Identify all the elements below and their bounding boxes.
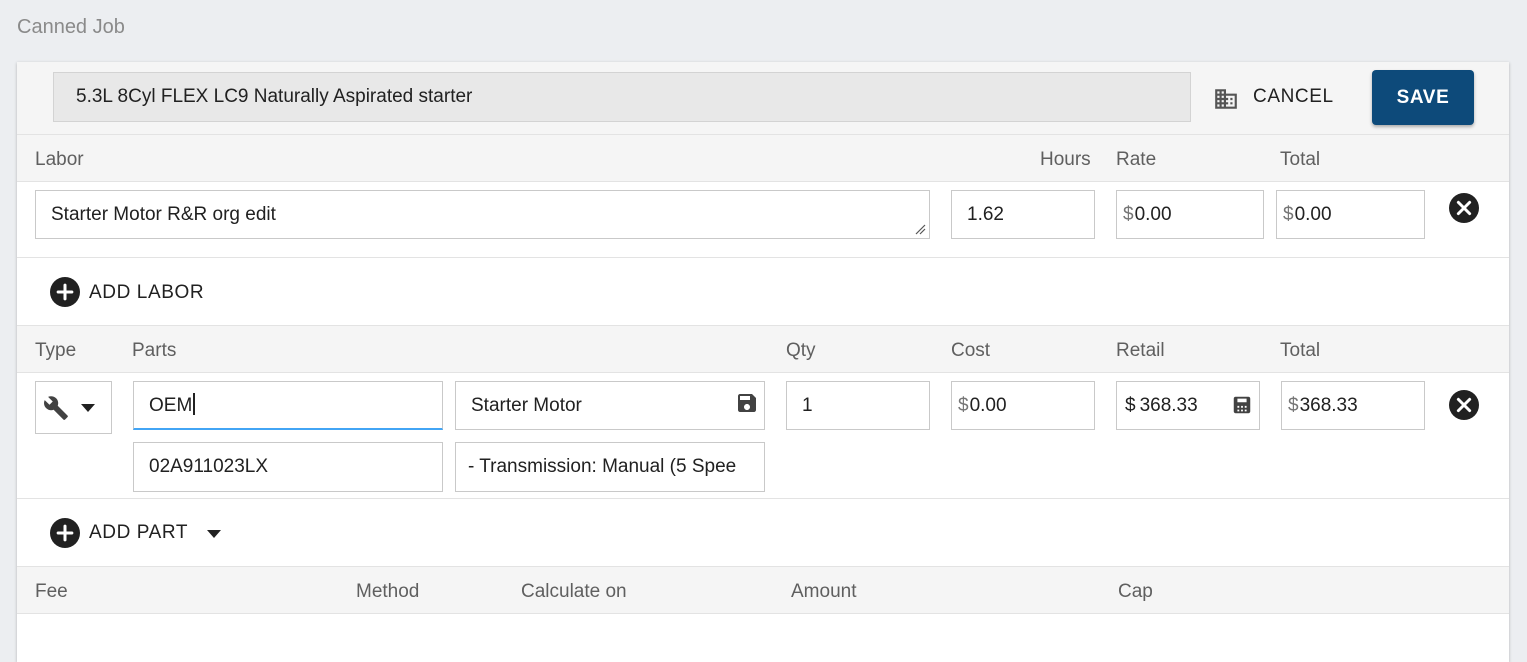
wrench-icon bbox=[44, 396, 68, 420]
part-number-input[interactable]: 02A911023LX bbox=[133, 442, 443, 492]
add-labor-icon[interactable] bbox=[50, 277, 80, 307]
resize-grip-icon[interactable] bbox=[915, 224, 926, 235]
calculate-on-column-label: Calculate on bbox=[521, 581, 627, 602]
calculator-icon[interactable] bbox=[1231, 394, 1253, 416]
labor-hours-input[interactable]: 1.62 bbox=[951, 190, 1095, 239]
part-retail-value: 368.33 bbox=[1139, 395, 1198, 416]
parts-header: Type Parts Qty Cost Retail Total bbox=[17, 325, 1509, 373]
add-part-button[interactable]: ADD PART bbox=[89, 522, 188, 544]
job-header: 5.3L 8Cyl FLEX LC9 Naturally Aspirated s… bbox=[17, 62, 1509, 135]
part-total-input[interactable]: $368.33 bbox=[1281, 381, 1425, 430]
part-retail-input[interactable]: $368.33 bbox=[1116, 381, 1260, 430]
canned-job-card: 5.3L 8Cyl FLEX LC9 Naturally Aspirated s… bbox=[17, 62, 1509, 662]
part-brand-input[interactable]: OEM bbox=[133, 381, 443, 430]
parts-column-label: Parts bbox=[132, 340, 177, 361]
labor-column-label: Labor bbox=[35, 149, 84, 170]
part-note-input[interactable]: - Transmission: Manual (5 Spee bbox=[455, 442, 765, 492]
page-title: Canned Job bbox=[17, 16, 125, 38]
cancel-button[interactable]: CANCEL bbox=[1253, 86, 1334, 108]
hours-column-label: Hours bbox=[1040, 149, 1091, 170]
remove-part-icon[interactable] bbox=[1449, 390, 1479, 420]
labor-description-field[interactable]: Starter Motor R&R org edit bbox=[35, 190, 930, 239]
labor-total-input[interactable]: $0.00 bbox=[1276, 190, 1425, 239]
part-qty-input[interactable]: 1 bbox=[786, 381, 930, 430]
labor-rate-value: 0.00 bbox=[1134, 204, 1172, 225]
text-cursor bbox=[193, 393, 196, 415]
rate-column-label: Rate bbox=[1116, 149, 1157, 170]
fee-header: Fee Method Calculate on Amount Cap bbox=[17, 566, 1509, 614]
divider bbox=[17, 257, 1509, 258]
type-column-label: Type bbox=[35, 340, 77, 361]
chevron-down-icon bbox=[81, 404, 95, 412]
add-part-chevron-down-icon[interactable] bbox=[206, 529, 222, 539]
part-name-text: Starter Motor bbox=[471, 395, 582, 416]
currency-symbol: $ bbox=[958, 395, 969, 416]
part-name-input[interactable]: Starter Motor bbox=[455, 381, 765, 430]
save-part-icon[interactable] bbox=[735, 391, 759, 415]
qty-column-label: Qty bbox=[786, 340, 816, 361]
part-type-select[interactable] bbox=[35, 381, 112, 434]
method-column-label: Method bbox=[356, 581, 420, 602]
retail-column-label: Retail bbox=[1116, 340, 1165, 361]
building-icon[interactable] bbox=[1213, 86, 1239, 112]
currency-symbol: $ bbox=[1288, 395, 1299, 416]
cap-column-label: Cap bbox=[1118, 581, 1153, 602]
labor-total-value: 0.00 bbox=[1294, 204, 1332, 225]
currency-symbol: $ bbox=[1125, 395, 1136, 416]
part-cost-value: 0.00 bbox=[969, 395, 1007, 416]
currency-symbol: $ bbox=[1123, 204, 1134, 225]
part-total-value: 368.33 bbox=[1299, 395, 1358, 416]
divider bbox=[17, 498, 1509, 499]
part-brand-text: OEM bbox=[149, 395, 193, 416]
labor-description-text: Starter Motor R&R org edit bbox=[51, 204, 276, 225]
add-labor-button[interactable]: ADD LABOR bbox=[89, 282, 204, 304]
parts-total-column-label: Total bbox=[1280, 340, 1321, 361]
save-button[interactable]: SAVE bbox=[1372, 70, 1474, 125]
fee-column-label: Fee bbox=[35, 581, 68, 602]
labor-header: Labor Hours Rate Total bbox=[17, 134, 1509, 182]
amount-column-label: Amount bbox=[791, 581, 857, 602]
remove-labor-icon[interactable] bbox=[1449, 193, 1479, 223]
add-part-icon[interactable] bbox=[50, 518, 80, 548]
labor-rate-input[interactable]: $0.00 bbox=[1116, 190, 1264, 239]
labor-total-column-label: Total bbox=[1280, 149, 1321, 170]
job-name-input[interactable]: 5.3L 8Cyl FLEX LC9 Naturally Aspirated s… bbox=[53, 72, 1191, 122]
cost-column-label: Cost bbox=[951, 340, 991, 361]
currency-symbol: $ bbox=[1283, 204, 1294, 225]
part-cost-input[interactable]: $0.00 bbox=[951, 381, 1095, 430]
